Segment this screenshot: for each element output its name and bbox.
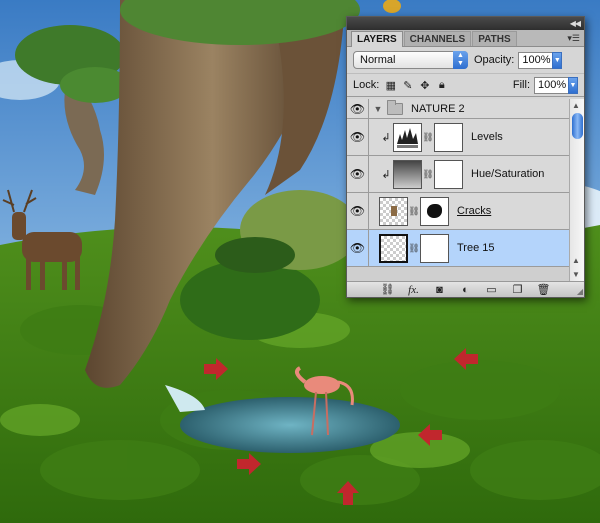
panel-menu-icon[interactable]: ▾☰ [567, 32, 580, 44]
opacity-label: Opacity: [474, 54, 515, 66]
layer-row-selected[interactable]: 👁︎ ⛓︎ Tree 15 [347, 230, 569, 267]
panel-tabs: LAYERS CHANNELS PATHS ▾☰ [347, 30, 584, 47]
mask-icon[interactable]: ◙ [433, 283, 447, 297]
lock-all-icon[interactable]: 🔒︎ [434, 78, 449, 93]
scroll-down-arrow-icon[interactable]: ▼ [572, 270, 580, 279]
layer-list: 👁︎ ▼ NATURE 2 👁︎ ↲ ⛓︎ Levels 👁︎ ↲ ⛓︎ Hue… [347, 99, 569, 283]
scroll-up-small-arrow-icon[interactable]: ▲ [572, 256, 580, 265]
opacity-field[interactable]: 100% ▼ [518, 51, 563, 69]
lock-pixels-icon[interactable]: ✎ [400, 78, 415, 93]
fill-label: Fill: [512, 79, 530, 91]
fill-field[interactable]: 100% ▼ [534, 76, 578, 94]
blend-mode-value: Normal [360, 54, 396, 66]
visibility-eye-icon[interactable]: 👁︎ [347, 230, 369, 266]
stepper-arrows-icon: ▲ ▼ [453, 51, 468, 69]
clip-arrow-icon: ↲ [381, 168, 391, 181]
disclosure-triangle-icon[interactable]: ▼ [369, 104, 387, 114]
scroll-up-arrow-icon[interactable]: ▲ [572, 101, 580, 110]
layer-name[interactable]: NATURE 2 [411, 103, 465, 115]
lock-label: Lock: [353, 79, 380, 91]
fx-icon[interactable]: fx. [407, 283, 421, 297]
layer-mask-thumbnail[interactable] [434, 159, 463, 189]
levels-adjustment-icon [393, 122, 422, 152]
chain-link-icon[interactable]: ⛓︎ [408, 243, 420, 254]
fill-dropdown-icon[interactable]: ▼ [568, 76, 578, 94]
visibility-eye-icon[interactable]: 👁︎ [347, 193, 369, 229]
adjustment-icon[interactable]: ◐ [459, 283, 473, 297]
layers-panel: ◀◀ LAYERS CHANNELS PATHS ▾☰ Normal ▲ ▼ Op… [346, 16, 585, 298]
lock-fill-row: Lock: ▦ ✎ ✥ 🔒︎ Fill: 100% ▼ [347, 73, 584, 97]
layer-row-group[interactable]: 👁︎ ▼ NATURE 2 [347, 99, 569, 119]
layer-row[interactable]: 👁︎ ↲ ⛓︎ Levels [347, 119, 569, 156]
layer-name[interactable]: Cracks [457, 205, 491, 217]
fill-value: 100% [538, 78, 567, 91]
folder-icon[interactable]: ▭ [485, 283, 499, 297]
visibility-eye-icon[interactable]: 👁︎ [347, 99, 369, 118]
trash-icon[interactable]: 🗑︎ [537, 283, 551, 297]
blend-mode-select[interactable]: Normal ▲ ▼ [353, 51, 468, 69]
visibility-eye-icon[interactable]: 👁︎ [347, 119, 369, 155]
chain-link-icon[interactable]: ⛓︎ [422, 169, 434, 180]
chain-link-icon[interactable]: ⛓︎ [408, 206, 420, 217]
tab-layers[interactable]: LAYERS [351, 31, 403, 47]
layer-name[interactable]: Levels [471, 131, 503, 143]
resize-grip-icon[interactable]: ◢ [577, 287, 583, 296]
layer-name[interactable]: Tree 15 [457, 242, 495, 254]
layer-list-scrollbar[interactable]: ▲ ▲ ▼ [569, 99, 584, 283]
lock-position-icon[interactable]: ✥ [417, 78, 432, 93]
collapse-icon[interactable]: ◀◀ [570, 17, 581, 30]
layer-mask-thumbnail[interactable] [434, 122, 463, 152]
layer-mask-thumbnail[interactable] [420, 196, 449, 226]
tab-paths[interactable]: PATHS [472, 31, 517, 46]
layer-name[interactable]: Hue/Saturation [471, 168, 544, 180]
folder-icon [387, 99, 403, 115]
tab-channels[interactable]: CHANNELS [403, 31, 472, 46]
opacity-dropdown-icon[interactable]: ▼ [552, 51, 563, 69]
visibility-eye-icon[interactable]: 👁︎ [347, 156, 369, 192]
panel-titlebar[interactable]: ◀◀ [347, 17, 584, 30]
new-layer-icon[interactable]: ❐ [511, 283, 525, 297]
layer-row[interactable]: 👁︎ ↲ ⛓︎ Hue/Saturation [347, 156, 569, 193]
hue-saturation-adjustment-icon [393, 159, 422, 189]
layer-thumbnail[interactable] [379, 196, 408, 226]
panel-footer: ⛓︎ fx. ◙ ◐ ▭ ❐ 🗑︎ ◢ [347, 281, 584, 297]
blend-opacity-row: Normal ▲ ▼ Opacity: 100% ▼ [347, 47, 584, 73]
scroll-thumb[interactable] [572, 113, 583, 139]
link-icon[interactable]: ⛓︎ [381, 283, 395, 297]
chain-link-icon[interactable]: ⛓︎ [422, 132, 434, 143]
clip-arrow-icon: ↲ [381, 131, 391, 144]
lock-transparency-icon[interactable]: ▦ [383, 78, 398, 93]
layer-row[interactable]: 👁︎ ⛓︎ Cracks [347, 193, 569, 230]
layer-thumbnail[interactable] [379, 233, 408, 263]
layer-mask-thumbnail[interactable] [420, 233, 449, 263]
opacity-value: 100% [522, 53, 551, 66]
